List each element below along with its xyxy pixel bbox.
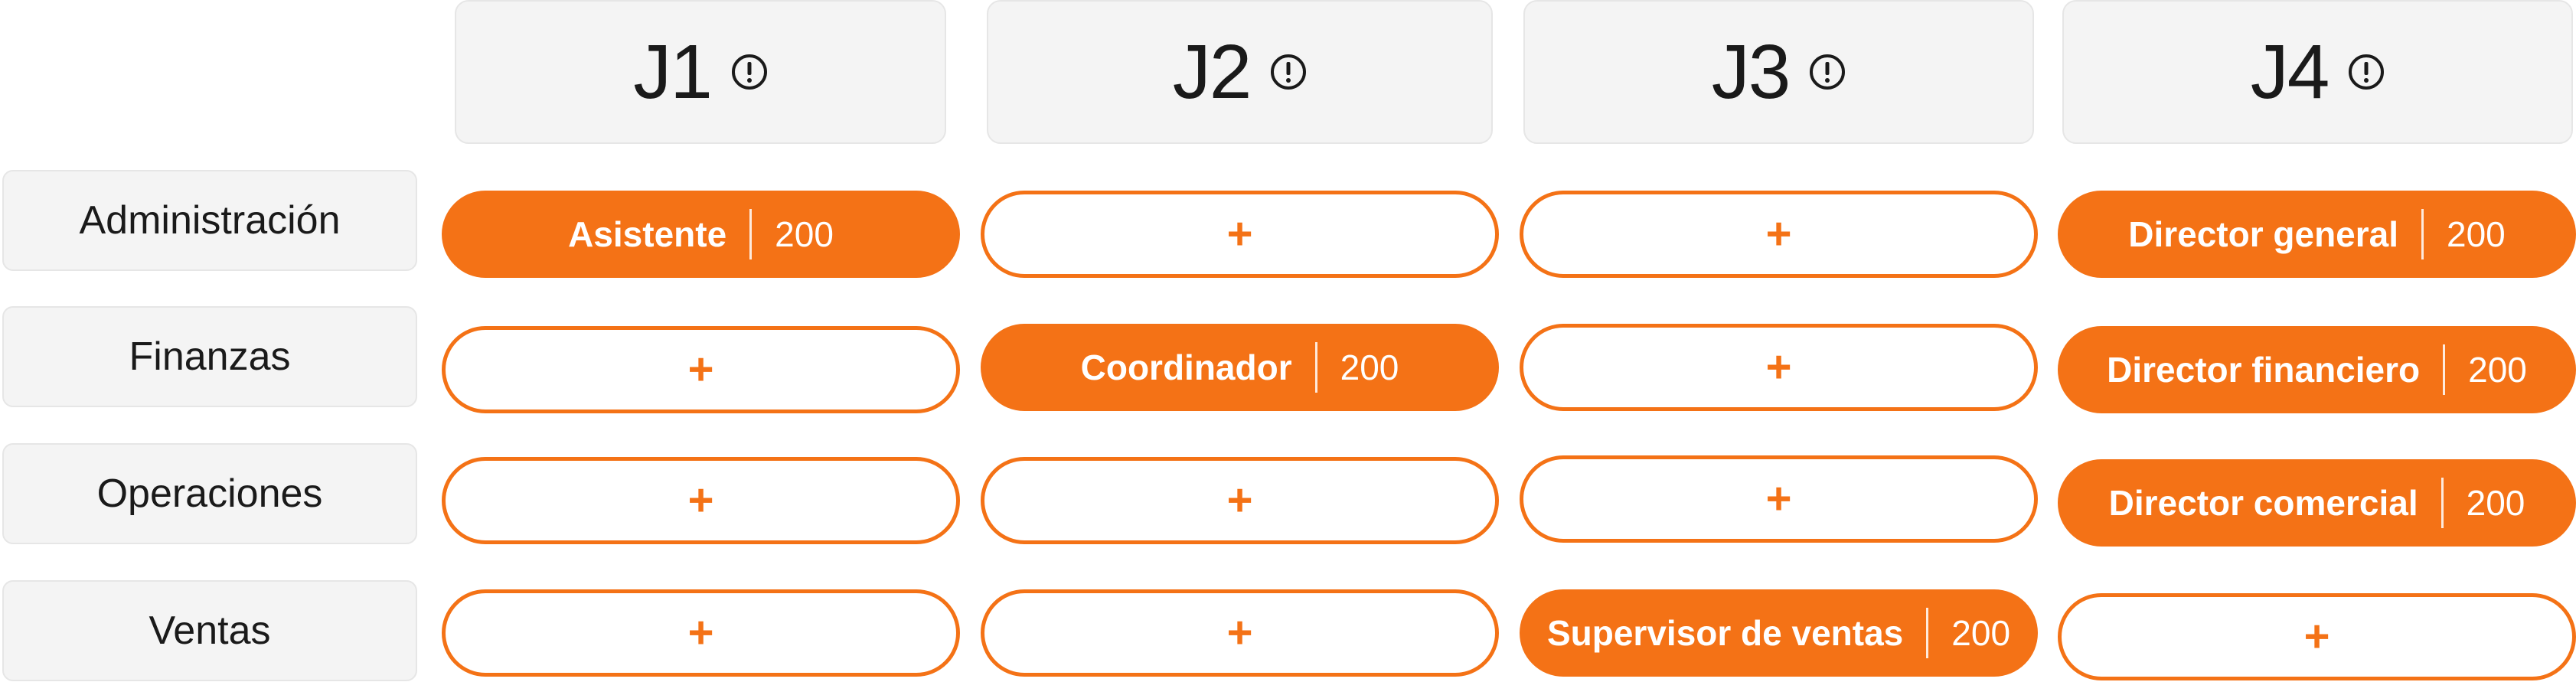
plus-icon: + [1226, 209, 1253, 259]
row-header-administracion: Administración [2, 170, 417, 271]
plus-icon: + [687, 344, 714, 394]
position-name: Coordinador [1080, 348, 1292, 387]
add-position-button[interactable]: + [442, 457, 960, 544]
row-header-operaciones: Operaciones [2, 443, 417, 544]
add-position-button[interactable]: + [1520, 324, 2038, 411]
position-value: 200 [1951, 613, 2011, 653]
plus-icon: + [1226, 608, 1253, 658]
column-title: J2 [1172, 29, 1252, 115]
position-chip[interactable]: Asistente 200 [442, 191, 960, 278]
row-header-finanzas: Finanzas [2, 306, 417, 407]
add-position-button[interactable]: + [2058, 593, 2576, 680]
column-title: J1 [633, 29, 713, 115]
divider [2421, 209, 2424, 259]
position-name: Director financiero [2107, 350, 2421, 390]
plus-icon: + [687, 608, 714, 658]
position-chip[interactable]: Director financiero 200 [2058, 326, 2576, 413]
divider [2443, 344, 2446, 395]
row-header-ventas: Ventas [2, 580, 417, 681]
column-title: J4 [2250, 29, 2330, 115]
divider [2441, 478, 2444, 528]
plus-icon: + [1765, 209, 1792, 259]
position-chip[interactable]: Supervisor de ventas 200 [1520, 589, 2038, 677]
position-value: 200 [2447, 214, 2506, 254]
info-icon[interactable] [2348, 54, 2385, 90]
position-value: 200 [2466, 483, 2525, 523]
divider [749, 209, 753, 259]
column-header-j2: J2 [987, 0, 1493, 144]
column-header-j3: J3 [1523, 0, 2034, 144]
column-header-j1: J1 [455, 0, 946, 144]
position-name: Asistente [568, 214, 727, 254]
position-name: Director general [2128, 214, 2399, 254]
plus-icon: + [2303, 612, 2330, 661]
plus-icon: + [687, 475, 714, 525]
plus-icon: + [1765, 474, 1792, 524]
add-position-button[interactable]: + [981, 191, 1499, 278]
position-chip[interactable]: Coordinador 200 [981, 324, 1499, 411]
info-icon[interactable] [1270, 54, 1307, 90]
position-name: Director comercial [2108, 483, 2418, 523]
column-header-j4: J4 [2062, 0, 2573, 144]
add-position-button[interactable]: + [1520, 191, 2038, 278]
divider [1314, 342, 1317, 393]
column-title: J3 [1711, 29, 1791, 115]
position-name: Supervisor de ventas [1546, 613, 1904, 653]
plus-icon: + [1765, 342, 1792, 392]
add-position-button[interactable]: + [442, 589, 960, 677]
position-value: 200 [2468, 350, 2527, 390]
position-chip[interactable]: Director general 200 [2058, 191, 2576, 278]
info-icon[interactable] [731, 54, 768, 90]
info-icon[interactable] [1809, 54, 1846, 90]
add-position-button[interactable]: + [981, 457, 1499, 544]
add-position-button[interactable]: + [981, 589, 1499, 677]
position-value: 200 [775, 214, 834, 254]
add-position-button[interactable]: + [1520, 455, 2038, 543]
divider [1926, 608, 1929, 658]
plus-icon: + [1226, 475, 1253, 525]
position-value: 200 [1340, 348, 1399, 387]
add-position-button[interactable]: + [442, 326, 960, 413]
position-chip[interactable]: Director comercial 200 [2058, 459, 2576, 547]
